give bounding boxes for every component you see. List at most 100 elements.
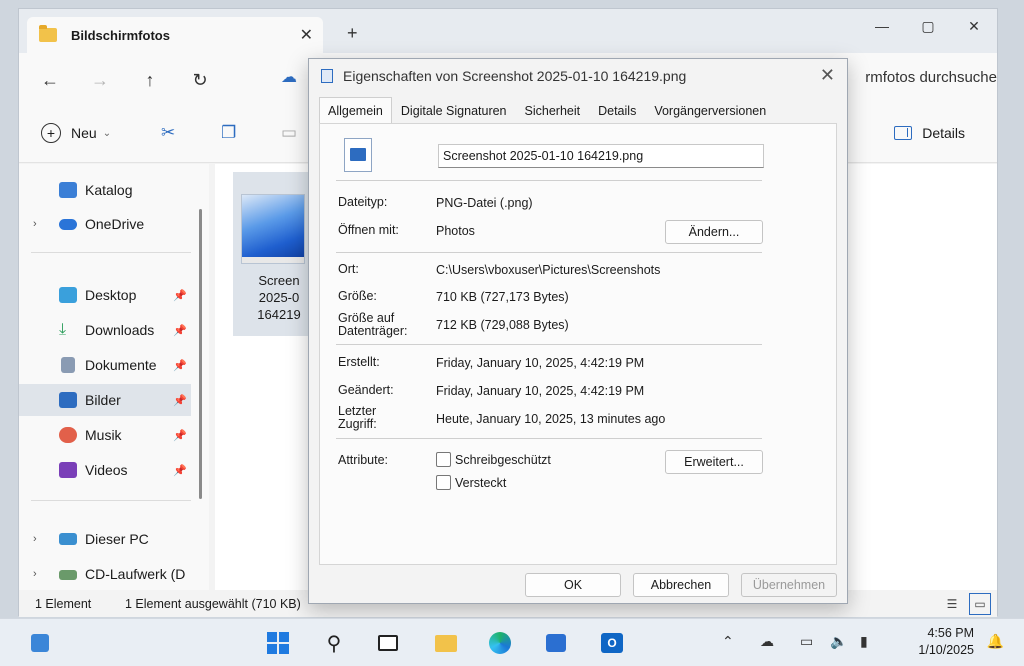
desktop-icon <box>59 287 77 303</box>
clock[interactable]: 4:56 PM 1/10/2025 <box>918 625 974 659</box>
paste-icon[interactable]: ▭ <box>281 123 297 143</box>
details-label: Details <box>922 125 965 141</box>
tab-details[interactable]: Details <box>589 99 645 123</box>
pc-icon <box>59 533 77 545</box>
sidebar-item-label: Downloads <box>85 322 155 338</box>
filename-input[interactable] <box>438 144 764 168</box>
advanced-button[interactable]: Erweitert... <box>665 450 763 474</box>
tab-vorgaengerversionen[interactable]: Vorgängerversionen <box>645 99 775 123</box>
file-explorer-taskbar-button[interactable] <box>430 627 462 659</box>
details-button[interactable]: Details <box>894 125 965 141</box>
new-button[interactable]: + Neu ⌄ <box>41 123 111 143</box>
chevron-right-icon[interactable]: › <box>33 218 37 230</box>
store-button[interactable] <box>540 627 572 659</box>
cd-drive-icon <box>59 570 77 580</box>
hidden-checkbox[interactable]: Versteckt <box>436 475 506 490</box>
apply-button[interactable]: Übernehmen <box>741 573 837 597</box>
search-box[interactable]: rmfotos durchsuche <box>865 69 997 86</box>
task-view-button[interactable] <box>372 627 404 659</box>
pin-icon: 📌 <box>173 359 187 372</box>
sidebar-item-musik[interactable]: Musik 📌 <box>19 419 191 451</box>
tab-sicherheit[interactable]: Sicherheit <box>516 99 590 123</box>
forward-button[interactable]: → <box>81 61 119 99</box>
minimize-button[interactable]: — <box>859 9 905 43</box>
list-view-icon[interactable]: ☰ <box>941 593 963 615</box>
sidebar-item-bilder[interactable]: Bilder 📌 <box>19 384 191 416</box>
outlook-button[interactable]: O <box>596 627 628 659</box>
sidebar-item-dieser-pc[interactable]: › Dieser PC <box>19 523 191 555</box>
search-button[interactable]: ⚲ <box>318 627 350 659</box>
tab-digitale-signaturen[interactable]: Digitale Signaturen <box>392 99 516 123</box>
up-button[interactable]: ↑ <box>131 61 169 99</box>
size-on-disk-label: Größe auf Datenträger: <box>338 311 408 338</box>
widgets-icon <box>31 634 49 652</box>
chevron-right-icon[interactable]: › <box>33 568 37 580</box>
close-tab-icon[interactable]: ✕ <box>300 25 313 45</box>
change-button[interactable]: Ändern... <box>665 220 763 244</box>
show-hidden-icons-icon[interactable]: ⌃ <box>722 633 734 650</box>
chevron-right-icon[interactable]: › <box>33 533 37 545</box>
tiles-view-icon[interactable]: ▭ <box>969 593 991 615</box>
sidebar-item-katalog[interactable]: Katalog <box>19 174 191 206</box>
sidebar-item-videos[interactable]: Videos 📌 <box>19 454 191 486</box>
notifications-bell-icon[interactable]: 🔔 <box>987 633 1004 650</box>
start-button[interactable] <box>262 627 294 659</box>
cancel-button[interactable]: Abbrechen <box>633 573 729 597</box>
divider <box>336 180 762 181</box>
sidebar-item-onedrive[interactable]: › OneDrive <box>19 208 191 240</box>
sidebar-item-desktop[interactable]: Desktop 📌 <box>19 279 191 311</box>
created-label: Erstellt: <box>338 355 380 369</box>
taskbar: ⚲ O ⌃ ☁ ▭ 🔈 ▮ 4:56 PM 1/10/2025 🔔 <box>0 618 1024 666</box>
new-tab-button[interactable]: + <box>347 23 358 44</box>
battery-icon[interactable]: ▮ <box>860 633 868 650</box>
sidebar-divider <box>31 252 191 253</box>
network-icon[interactable]: ☁ <box>760 633 774 650</box>
onedrive-icon <box>59 219 77 230</box>
cut-icon[interactable]: ✂ <box>161 123 175 143</box>
image-file-icon <box>344 138 372 172</box>
downloads-icon: ⤓ <box>59 321 67 338</box>
volume-icon[interactable]: 🔈 <box>830 633 847 650</box>
ok-button[interactable]: OK <box>525 573 621 597</box>
task-view-icon <box>378 635 398 651</box>
file-item-screenshot[interactable]: Screen 2025-0 164219 <box>233 172 313 336</box>
gallery-icon <box>59 182 77 198</box>
close-window-button[interactable]: ✕ <box>951 9 997 43</box>
item-count: 1 Element <box>35 597 92 611</box>
back-button[interactable]: ← <box>31 61 69 99</box>
videos-icon <box>59 462 77 478</box>
pin-icon: 📌 <box>173 324 187 337</box>
search-icon: ⚲ <box>326 632 342 655</box>
tab-label: Bildschirmfotos <box>71 27 170 43</box>
selection-info: 1 Element ausgewählt (710 KB) <box>125 597 301 611</box>
checkbox-box[interactable] <box>436 452 451 467</box>
maximize-button[interactable]: ▢ <box>905 9 951 43</box>
sidebar-item-dokumente[interactable]: Dokumente 📌 <box>19 349 191 381</box>
dialog-tabs: Allgemein Digitale Signaturen Sicherheit… <box>319 97 775 123</box>
outlook-icon: O <box>601 633 623 653</box>
widgets-button[interactable] <box>24 627 56 659</box>
sidebar-item-label: Katalog <box>85 182 133 198</box>
cloud-sync-icon[interactable]: ☁ <box>281 67 303 89</box>
folder-icon <box>39 25 57 42</box>
edge-button[interactable] <box>484 627 516 659</box>
tab-bildschirmfotos[interactable]: Bildschirmfotos ✕ <box>27 17 323 53</box>
sidebar-item-downloads[interactable]: ⤓ Downloads 📌 <box>19 314 191 346</box>
copy-icon[interactable]: ❐ <box>221 123 236 143</box>
readonly-label: Schreibgeschützt <box>455 452 551 467</box>
close-icon[interactable]: ✕ <box>820 65 835 86</box>
sidebar-item-label: Desktop <box>85 287 137 303</box>
checkbox-box[interactable] <box>436 475 451 490</box>
readonly-checkbox[interactable]: Schreibgeschützt <box>436 452 551 467</box>
tab-allgemein[interactable]: Allgemein <box>319 97 392 123</box>
store-icon <box>546 634 566 652</box>
sidebar-scrollbar[interactable] <box>199 209 202 499</box>
pin-icon: 📌 <box>173 429 187 442</box>
refresh-button[interactable]: ↻ <box>181 61 219 99</box>
pin-icon: 📌 <box>173 289 187 302</box>
sidebar-item-label: Videos <box>85 462 128 478</box>
sidebar-item-cd-laufwerk[interactable]: › CD-Laufwerk (D <box>19 558 191 590</box>
plus-icon: + <box>41 123 61 143</box>
properties-dialog: Eigenschaften von Screenshot 2025-01-10 … <box>308 58 848 604</box>
display-icon[interactable]: ▭ <box>800 633 813 650</box>
